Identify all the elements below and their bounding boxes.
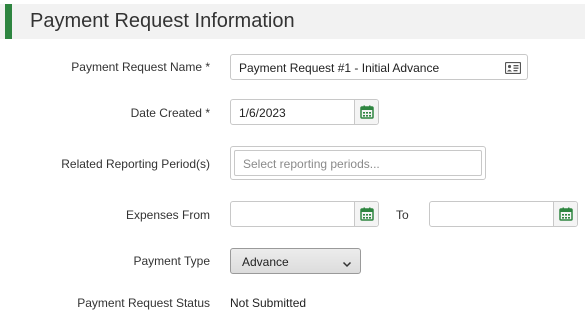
calendar-icon[interactable] xyxy=(354,202,378,226)
expenses-to-label: To xyxy=(396,208,409,222)
section-header: Payment Request Information xyxy=(0,4,585,39)
reporting-periods-label: Related Reporting Period(s) xyxy=(61,157,210,171)
id-card-icon[interactable] xyxy=(504,61,522,79)
date-created-field[interactable]: 1/6/2023 xyxy=(230,99,379,125)
reporting-periods-select[interactable]: Select reporting periods... xyxy=(230,146,486,180)
section-title: Payment Request Information xyxy=(30,10,295,32)
date-created-value: 1/6/2023 xyxy=(239,106,286,120)
payment-request-name-field[interactable]: Payment Request #1 - Initial Advance xyxy=(230,54,528,80)
payment-request-status-value: Not Submitted xyxy=(230,296,307,310)
reporting-periods-placeholder: Select reporting periods... xyxy=(243,157,380,171)
payment-type-value: Advance xyxy=(242,255,289,269)
calendar-icon[interactable] xyxy=(354,100,378,124)
expenses-from-field[interactable] xyxy=(230,201,379,227)
expenses-from-label: Expenses From xyxy=(125,208,210,222)
payment-type-label: Payment Type xyxy=(133,254,211,268)
payment-request-name-label: Payment Request Name * xyxy=(71,60,210,74)
reporting-periods-input[interactable]: Select reporting periods... xyxy=(234,150,482,176)
header-accent-bar xyxy=(5,4,12,39)
payment-request-name-value: Payment Request #1 - Initial Advance xyxy=(239,61,440,75)
expenses-to-field[interactable] xyxy=(429,201,578,227)
date-created-label: Date Created * xyxy=(130,106,210,120)
calendar-icon[interactable] xyxy=(553,202,577,226)
payment-request-status-label: Payment Request Status xyxy=(77,296,210,310)
chevron-down-icon xyxy=(342,256,352,274)
payment-type-select[interactable]: Advance xyxy=(230,248,361,274)
